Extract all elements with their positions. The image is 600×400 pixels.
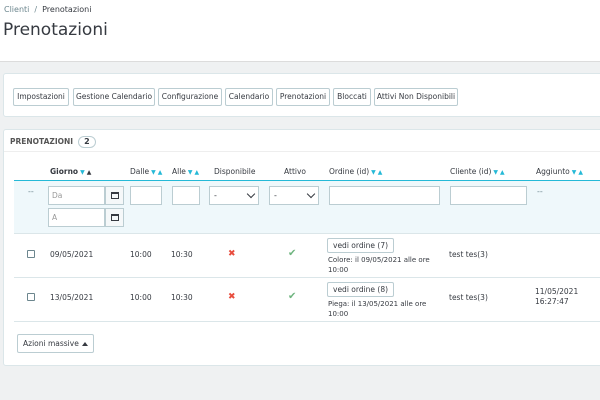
row-giorno: 09/05/2021 (50, 250, 94, 259)
column-label: Dalle (130, 167, 150, 176)
sort-asc-icon[interactable]: ▲ (195, 169, 200, 176)
count-badge: 2 (78, 136, 96, 148)
heading-divider (4, 151, 600, 152)
order-note: Piega: il 13/05/2021 alle ore 10:00 (328, 300, 427, 318)
cross-icon[interactable]: ✖ (228, 249, 236, 259)
chevron-down-icon (306, 189, 316, 199)
check-icon[interactable]: ✔ (288, 248, 296, 259)
toolbar-panel: Impostazioni Gestione Calendario Configu… (3, 73, 600, 117)
sort-desc-icon[interactable]: ▼ (151, 169, 156, 176)
view-order-button[interactable]: vedi ordine (7) (327, 238, 395, 253)
column-header-cliente[interactable]: Cliente (id) ▼ ▲ (450, 167, 505, 176)
bookings-list-panel: PRENOTAZIONI 2 Giorno ▼ ▲ Dalle ▼ ▲ Alle ▼ ▲ Di… (3, 129, 600, 366)
row-dalle: 10:00 (130, 293, 152, 302)
panel-heading-title: PRENOTAZIONI (10, 137, 74, 146)
cliente-filter-input[interactable] (450, 186, 527, 205)
attivo-filter-select[interactable]: - (269, 186, 319, 205)
gestione-calendario-button[interactable]: Gestione Calendario (73, 88, 155, 106)
prenotazioni-button[interactable]: Prenotazioni (276, 88, 330, 106)
row-cliente: test tes(3) (449, 293, 488, 302)
breadcrumb-separator: / (34, 5, 38, 14)
order-note: Colore: il 09/05/2021 alle ore 10:00 (328, 256, 430, 274)
dalle-filter-input[interactable] (130, 186, 162, 205)
sort-desc-icon[interactable]: ▼ (188, 169, 193, 176)
bulk-actions-button[interactable]: Azioni massive (17, 334, 94, 353)
alle-filter-input[interactable] (172, 186, 200, 205)
chevron-down-icon (246, 189, 256, 199)
sort-asc-icon[interactable]: ▲ (87, 169, 92, 176)
sort-asc-icon[interactable]: ▲ (158, 169, 163, 176)
filter-dash: -- (28, 187, 34, 196)
column-header-alle[interactable]: Alle ▼ ▲ (172, 167, 199, 176)
row-cliente: test tes(3) (449, 250, 488, 259)
sort-asc-icon[interactable]: ▲ (500, 169, 505, 176)
breadcrumb: Clienti / Prenotazioni (4, 5, 91, 14)
column-header-giorno[interactable]: Giorno ▼ ▲ (50, 167, 91, 176)
cross-icon[interactable]: ✖ (228, 292, 236, 302)
column-label: Alle (172, 167, 186, 176)
ordine-filter-input[interactable] (329, 186, 440, 205)
breadcrumb-parent-link[interactable]: Clienti (4, 5, 29, 14)
check-icon[interactable]: ✔ (288, 291, 296, 302)
sort-desc-icon[interactable]: ▼ (493, 169, 498, 176)
row-aggiunto: 11/05/2021 16:27:47 (535, 287, 579, 306)
attivi-non-disponibili-button[interactable]: Attivi Non Disponibili (374, 88, 458, 106)
sort-desc-icon[interactable]: ▼ (572, 169, 577, 176)
row-alle: 10:30 (171, 250, 193, 259)
column-label: Cliente (id) (450, 167, 492, 176)
panel-heading: PRENOTAZIONI 2 (10, 136, 96, 148)
column-label: Ordine (id) (329, 167, 370, 176)
filter-row: -- Da A - - -- (14, 181, 600, 234)
table-row: 13/05/2021 10:00 10:30 ✖ ✔ vedi ordine (… (14, 279, 600, 322)
column-header-attivo: Attivo (284, 167, 306, 176)
column-header-ordine[interactable]: Ordine (id) ▼ ▲ (329, 167, 382, 176)
page-title: Prenotazioni (3, 20, 108, 40)
row-alle: 10:30 (171, 293, 193, 302)
bulk-actions-label: Azioni massive (23, 339, 79, 348)
disponibile-filter-select[interactable]: - (209, 186, 259, 205)
table-row: 09/05/2021 10:00 10:30 ✖ ✔ vedi ordine (… (14, 235, 600, 278)
column-header-dalle[interactable]: Dalle ▼ ▲ (130, 167, 162, 176)
sort-desc-icon[interactable]: ▼ (80, 169, 85, 176)
view-order-button[interactable]: vedi ordine (8) (327, 282, 395, 297)
row-giorno: 13/05/2021 (50, 293, 94, 302)
aggiunto-filter-dash: -- (537, 187, 543, 196)
impostazioni-button[interactable]: Impostazioni (13, 88, 69, 106)
sort-desc-icon[interactable]: ▼ (371, 169, 376, 176)
configurazione-button[interactable]: Configurazione (158, 88, 222, 106)
bloccati-button[interactable]: Bloccati (333, 88, 371, 106)
row-checkbox[interactable] (27, 250, 35, 258)
calendar-icon[interactable] (105, 208, 124, 227)
caret-up-icon (81, 342, 88, 346)
column-label: Giorno (50, 167, 79, 176)
column-header-aggiunto[interactable]: Aggiunto ▼ ▲ (536, 167, 583, 176)
column-header-disponibile: Disponibile (214, 167, 256, 176)
page-header: Clienti / Prenotazioni Prenotazioni (0, 0, 600, 62)
select-value: - (274, 191, 277, 200)
date-to-input[interactable]: A (48, 208, 105, 227)
date-from-input[interactable]: Da (48, 186, 105, 205)
sort-asc-icon[interactable]: ▲ (578, 169, 583, 176)
select-value: - (214, 191, 217, 200)
breadcrumb-current: Prenotazioni (42, 5, 92, 14)
calendario-button[interactable]: Calendario (225, 88, 273, 106)
row-dalle: 10:00 (130, 250, 152, 259)
sort-asc-icon[interactable]: ▲ (378, 169, 383, 176)
row-checkbox[interactable] (27, 293, 35, 301)
column-label: Aggiunto (536, 167, 570, 176)
calendar-icon[interactable] (105, 186, 124, 205)
